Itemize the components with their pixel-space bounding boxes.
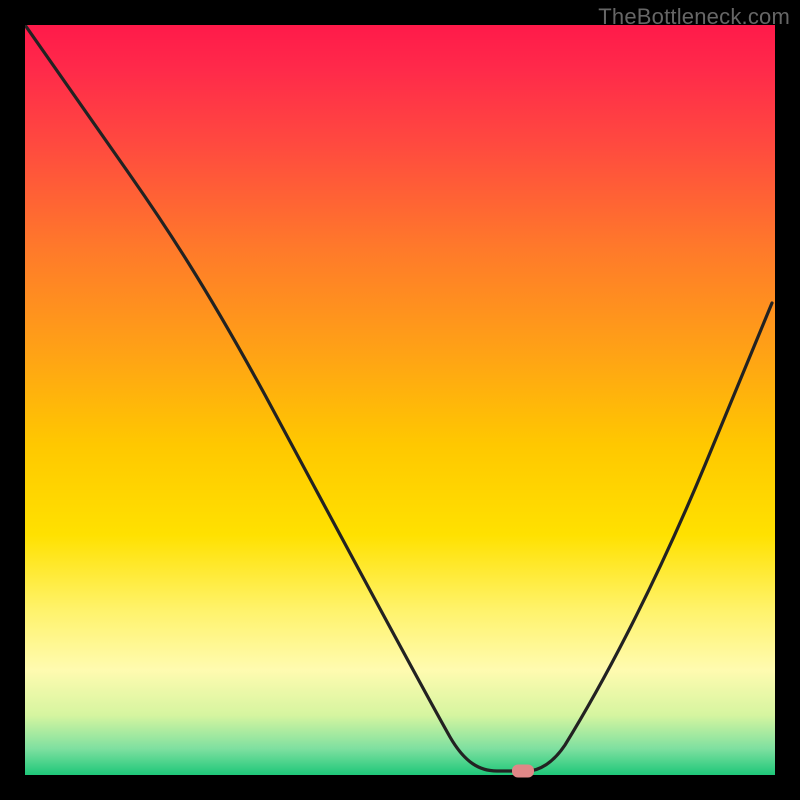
plot-svg xyxy=(25,25,775,775)
chart-frame: TheBottleneck.com xyxy=(0,0,800,800)
plot-area xyxy=(25,25,775,775)
watermark-text: TheBottleneck.com xyxy=(598,4,790,30)
optimum-marker xyxy=(512,765,534,778)
gradient-rect xyxy=(25,25,775,775)
